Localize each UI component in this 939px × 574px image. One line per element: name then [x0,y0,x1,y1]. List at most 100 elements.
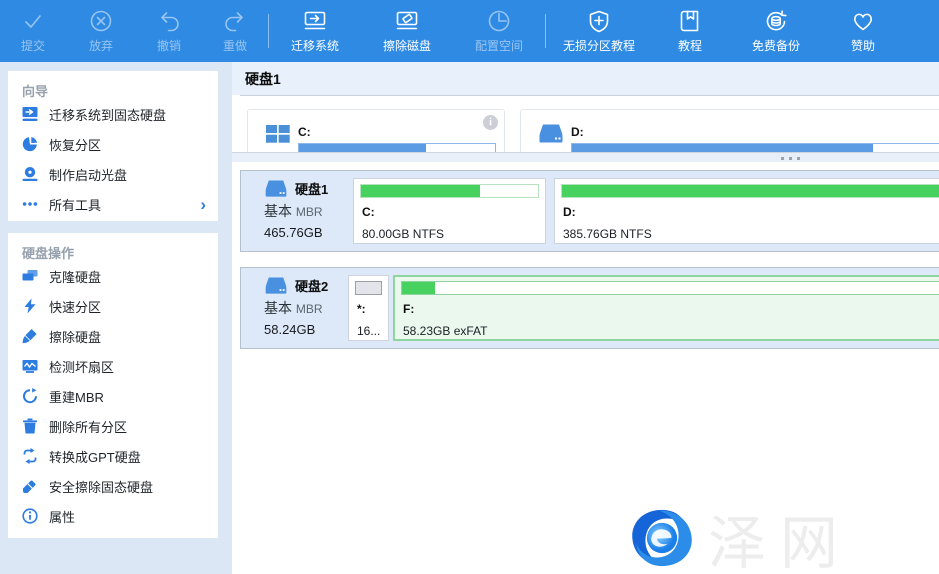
allocate-space-label: 配置空间 [475,37,523,54]
info-icon[interactable]: i [483,115,498,130]
discard-button[interactable]: 放弃 [66,0,136,62]
splitter-handle[interactable] [232,152,939,162]
partition-info: 58.23GB exFAT [403,324,939,338]
discard-icon [88,8,114,34]
sidebar-item-wipe-disk[interactable]: 擦除硬盘 [8,321,218,351]
sidebar-item-recover-partition[interactable]: 恢复分区 [8,129,218,159]
disk-info-panel: 硬盘1 基本 MBR 465.76GB [241,179,347,240]
chevron-right-icon: › [200,196,206,213]
sidebar-item-all-tools[interactable]: 所有工具 › [8,189,218,219]
free-backup-label: 免费备份 [752,37,800,54]
disk-scheme: MBR [296,302,323,316]
sidebar-item-secure-erase-ssd[interactable]: 安全擦除固态硬盘 [8,471,218,501]
partition-usage-fill [402,282,435,294]
disk-tab-bar: 硬盘1 [232,62,939,95]
partition-tutorial-button[interactable]: 无损分区教程 [546,0,652,62]
redo-button[interactable]: 重做 [202,0,268,62]
sidebar-item-check-bad-sectors[interactable]: 检测坏扇区 [8,351,218,381]
migrate-ssd-icon [22,106,38,122]
partition-usage-fill [356,282,381,294]
sidebar-item-label: 重建MBR [49,387,104,406]
disk-info-panel: 硬盘2 基本 MBR 58.24GB [241,276,347,337]
sidebar-item-quick-partition[interactable]: 快速分区 [8,291,218,321]
sidebar-item-label: 检测坏扇区 [49,357,114,376]
disk-icon [538,123,564,145]
tutorial-label: 教程 [678,37,702,54]
partition-c[interactable]: C: 80.00GB NTFS [353,178,546,244]
sponsor-button[interactable]: 赞助 [824,0,902,62]
tutorial-button[interactable]: 教程 [652,0,728,62]
disk-name: 硬盘1 [295,179,328,198]
erase-disk-label: 擦除磁盘 [383,37,431,54]
partition-label: C: [362,205,545,219]
partition-usage-bar [561,184,939,198]
partition-star[interactable]: *: 16... [348,275,389,341]
disk-icon [264,180,288,198]
migrate-system-icon [302,8,328,34]
partition-f-selected[interactable]: F: 58.23GB exFAT [393,275,939,341]
sidebar-item-label: 快速分区 [49,297,101,316]
sidebar-item-delete-all-partitions[interactable]: 删除所有分区 [8,411,218,441]
sidebar-item-label: 属性 [49,507,75,526]
free-backup-icon [763,8,789,34]
overview-card-d[interactable]: D: [520,109,939,152]
undo-button[interactable]: 撤销 [136,0,202,62]
erase-disk-button[interactable]: 擦除磁盘 [361,0,453,62]
partition-usage-bar [360,184,539,198]
disk-row-2[interactable]: 硬盘2 基本 MBR 58.24GB *: 16... F: 58.23GB e… [240,267,939,349]
sidebar-item-label: 制作启动光盘 [49,165,127,184]
overview-card-c[interactable]: C: i [247,109,505,152]
migrate-system-label: 迁移系统 [291,37,339,54]
disk-list: 硬盘1 基本 MBR 465.76GB C: 80.00GB NTFS D: 3… [232,162,939,349]
disk-overview-strip: C: i D: [232,96,939,152]
sidebar-item-label: 安全擦除固态硬盘 [49,477,153,496]
redo-label: 重做 [223,37,247,54]
disk-name: 硬盘2 [295,276,328,295]
partition-tutorial-label: 无损分区教程 [563,37,635,54]
partition-usage-bar [401,281,939,295]
sidebar-item-clone-disk[interactable]: 克隆硬盘 [8,261,218,291]
allocate-space-icon [486,8,512,34]
disk-icon [264,277,288,295]
free-backup-button[interactable]: 免费备份 [728,0,824,62]
commit-button[interactable]: 提交 [0,0,66,62]
sidebar-item-make-boot-disc[interactable]: 制作启动光盘 [8,159,218,189]
partition-label: *: [357,302,388,316]
tab-disk1[interactable]: 硬盘1 [245,69,281,89]
sidebar-item-label: 恢复分区 [49,135,101,154]
undo-icon [156,8,182,34]
sidebar-item-label: 克隆硬盘 [49,267,101,286]
sidebar-item-rebuild-mbr[interactable]: 重建MBR [8,381,218,411]
disk-scheme: MBR [296,205,323,219]
discard-label: 放弃 [89,37,113,54]
delete-all-icon [22,418,38,434]
sidebar-item-migrate-os-to-ssd[interactable]: 迁移系统到固态硬盘 [8,99,218,129]
overview-usage-bar [298,143,496,152]
undo-label: 撤销 [157,37,181,54]
diskops-section-title: 硬盘操作 [8,233,218,261]
overview-usage-fill [572,144,873,152]
disk-row-1[interactable]: 硬盘1 基本 MBR 465.76GB C: 80.00GB NTFS D: 3… [240,170,939,252]
allocate-space-button[interactable]: 配置空间 [453,0,545,62]
disk-type: 基本 [264,203,292,219]
convert-gpt-icon [22,448,38,464]
sidebar-item-convert-to-gpt[interactable]: 转换成GPT硬盘 [8,441,218,471]
quick-partition-icon [22,298,38,314]
sidebar-item-label: 转换成GPT硬盘 [49,447,141,466]
rebuild-mbr-icon [22,388,38,404]
migrate-system-button[interactable]: 迁移系统 [269,0,361,62]
partition-d[interactable]: D: 385.76GB NTFS [554,178,939,244]
partition-info: 80.00GB NTFS [362,227,545,241]
sidebar-item-properties[interactable]: 属性 [8,501,218,531]
wizard-section-title: 向导 [8,71,218,99]
check-icon [20,8,46,34]
overview-drive-label: D: [571,125,584,139]
recover-partition-icon [22,136,38,152]
disk-size: 465.76GB [264,225,347,240]
partition-info: 16... [357,324,388,338]
partition-tutorial-icon [586,8,612,34]
partition-usage-bar [355,281,382,295]
erase-disk-icon [394,8,420,34]
disk-type: 基本 [264,300,292,316]
wipe-disk-icon [22,328,38,344]
